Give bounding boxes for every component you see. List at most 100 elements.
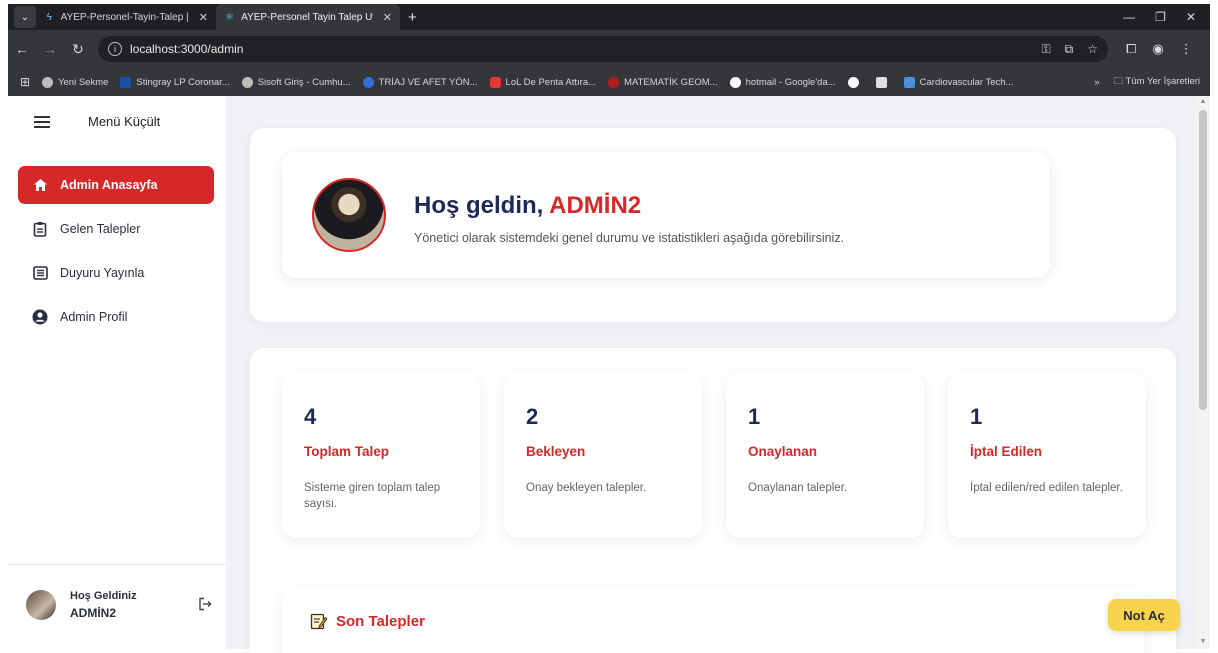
reload-icon[interactable]: ↻	[64, 41, 92, 58]
scroll-down-icon[interactable]: ▼	[1199, 638, 1207, 646]
sidebar-item-label: Admin Profil	[60, 310, 128, 324]
install-app-icon[interactable]: ⧉	[1065, 42, 1074, 57]
site-info-icon[interactable]: i	[108, 42, 122, 56]
stat-card-pending: 2 Bekleyen Onay bekleyen talepler.	[504, 372, 702, 538]
close-icon[interactable]: ✕	[199, 11, 208, 24]
window-close-icon[interactable]: ✕	[1186, 10, 1196, 24]
sidebar-nav: Admin Anasayfa Gelen Talepler Duyuru Yay…	[18, 166, 214, 342]
stat-title: Onaylanan	[748, 444, 818, 459]
stat-title: Toplam Talep	[304, 444, 390, 459]
stat-value: 1	[748, 404, 761, 429]
hamburger-icon	[34, 115, 50, 128]
youtube-icon	[489, 76, 501, 88]
list-icon	[32, 265, 48, 281]
screen: ⌄ ϟ AYEP-Personel-Tayin-Talep | ker ✕ ⚛ …	[0, 0, 1218, 653]
stat-title: Bekleyen	[526, 444, 586, 459]
mail-icon	[875, 76, 887, 88]
maximize-icon[interactable]: ❐	[1155, 10, 1166, 24]
sidebar-item-admin-profile[interactable]: Admin Profil	[18, 298, 214, 336]
url-text: localhost:3000/admin	[130, 42, 244, 56]
bookmark-item[interactable]: LoL De Penta Attıra...	[489, 76, 596, 88]
stat-title: İptal Edilen	[970, 444, 1043, 459]
bookmark-item[interactable]: Cardiovascular Tech...	[903, 76, 1013, 88]
stat-card-cancelled: 1 İptal Edilen İptal edilen/red edilen t…	[948, 372, 1146, 538]
page-scrollbar[interactable]: ▲ ▼	[1196, 96, 1210, 649]
sidebar-item-label: Admin Anasayfa	[60, 178, 158, 192]
sidebar-item-publish-announcement[interactable]: Duyuru Yayınla	[18, 254, 214, 292]
welcome-name: ADMİN2	[549, 192, 642, 219]
stat-description: İptal edilen/red edilen talepler.	[970, 482, 1123, 494]
browser-menu-icon[interactable]: ⋮	[1180, 41, 1193, 57]
scroll-up-icon[interactable]: ▲	[1199, 98, 1207, 106]
forward-icon[interactable]: →	[36, 41, 64, 57]
globe-icon	[42, 76, 54, 88]
stat-description: Onay bekleyen talepler.	[526, 482, 647, 494]
bsc-icon	[120, 76, 132, 88]
clipboard-icon	[32, 221, 48, 237]
circle-logo-icon	[362, 76, 374, 88]
avatar	[26, 590, 56, 620]
stat-description: Sisteme giren toplam talep sayısı.	[304, 482, 441, 510]
site-logo-icon	[903, 76, 915, 88]
stat-description: Onaylanan talepler.	[748, 482, 848, 494]
bookmark-item[interactable]: MATEMATİK GEOM...	[608, 76, 718, 88]
google-icon	[847, 76, 859, 88]
google-bookmark-icon[interactable]	[847, 76, 864, 88]
user-name: ADMİN2	[70, 606, 117, 620]
mail-bookmark-icon[interactable]	[875, 76, 892, 88]
stat-value: 1	[970, 404, 983, 429]
main-content: Hoş geldin, ADMİN2 Yönetici olarak siste…	[226, 96, 1196, 653]
minimize-icon[interactable]: —	[1123, 10, 1135, 24]
recent-requests-heading: Son Talepler	[310, 612, 425, 630]
close-icon[interactable]: ✕	[383, 11, 392, 24]
bookmark-item[interactable]: Stingray LP Coronar...	[120, 76, 230, 88]
back-icon[interactable]: ←	[8, 41, 36, 57]
stats-panel: 4 Toplam Talep Sisteme giren toplam tale…	[250, 348, 1176, 653]
menu-toggle-label: Menü Küçült	[88, 114, 161, 129]
sidebar: Menü Küçült Admin Anasayfa Gelen Taleple…	[8, 96, 226, 649]
stat-value: 2	[526, 404, 539, 429]
browser-tab-bar: ⌄ ϟ AYEP-Personel-Tayin-Talep | ker ✕ ⚛ …	[8, 4, 1210, 30]
sidebar-item-label: Duyuru Yayınla	[60, 266, 145, 280]
sidebar-divider	[8, 564, 226, 565]
window-controls: — ❐ ✕	[1123, 10, 1210, 24]
globe-icon	[241, 76, 253, 88]
recent-requests-card: Son Talepler	[282, 588, 1144, 653]
bookmarks-bar: ⊞ Yeni Sekme Stingray LP Coronar... Siso…	[8, 68, 1210, 96]
welcome-card: Hoş geldin, ADMİN2 Yönetici olarak siste…	[282, 152, 1050, 278]
bookmark-item[interactable]: TRİAJ VE AFET YÖN...	[362, 76, 478, 88]
react-icon: ⚛	[225, 11, 235, 23]
open-note-button[interactable]: Not Aç	[1108, 599, 1180, 631]
tab-search-icon[interactable]: ⌄	[14, 6, 36, 28]
welcome-panel: Hoş geldin, ADMİN2 Yönetici olarak siste…	[250, 128, 1176, 322]
extensions-icon[interactable]: ⧠	[1126, 41, 1136, 57]
bolt-icon: ϟ	[46, 11, 52, 23]
sidebar-item-admin-home[interactable]: Admin Anasayfa	[18, 166, 214, 204]
password-key-icon[interactable]: ⚿	[1042, 42, 1051, 57]
browser-tab-1[interactable]: ϟ AYEP-Personel-Tayin-Talep | ker ✕	[36, 4, 216, 30]
user-circle-icon	[32, 309, 48, 325]
profile-icon[interactable]: ◉	[1152, 41, 1163, 57]
logout-icon[interactable]	[198, 597, 212, 614]
google-icon	[729, 76, 741, 88]
menu-toggle[interactable]: Menü Küçült	[34, 114, 160, 129]
bookmark-star-icon[interactable]: ☆	[1087, 42, 1098, 57]
more-bookmarks-button[interactable]: »	[1094, 77, 1099, 88]
sidebar-item-incoming-requests[interactable]: Gelen Talepler	[18, 210, 214, 248]
scroll-thumb[interactable]	[1199, 110, 1207, 410]
home-icon	[32, 177, 48, 193]
welcome-title: Hoş geldin, ADMİN2	[414, 192, 642, 219]
bookmark-item[interactable]: hotmail - Google'da...	[729, 76, 836, 88]
bookmark-item[interactable]: Yeni Sekme	[42, 76, 108, 88]
apps-grid-icon[interactable]: ⊞	[20, 75, 30, 89]
address-bar[interactable]: i localhost:3000/admin ⚿ ⧉ ☆	[98, 36, 1108, 62]
folder-icon: 🗀	[1113, 76, 1124, 87]
new-tab-button[interactable]: +	[408, 9, 417, 26]
recent-requests-title: Son Talepler	[336, 612, 425, 630]
browser-tab-2[interactable]: ⚛ AYEP-Personel Tayin Talep Uyg ✕	[216, 4, 400, 30]
tab-title: AYEP-Personel Tayin Talep Uyg	[241, 11, 373, 23]
sidebar-item-label: Gelen Talepler	[60, 222, 141, 236]
bookmark-item[interactable]: Sisoft Giriş - Cumhu...	[241, 76, 351, 88]
all-bookmarks-folder[interactable]: 🗀 Tüm Yer İşaretleri	[1114, 74, 1200, 90]
stat-card-approved: 1 Onaylanan Onaylanan talepler.	[726, 372, 924, 538]
